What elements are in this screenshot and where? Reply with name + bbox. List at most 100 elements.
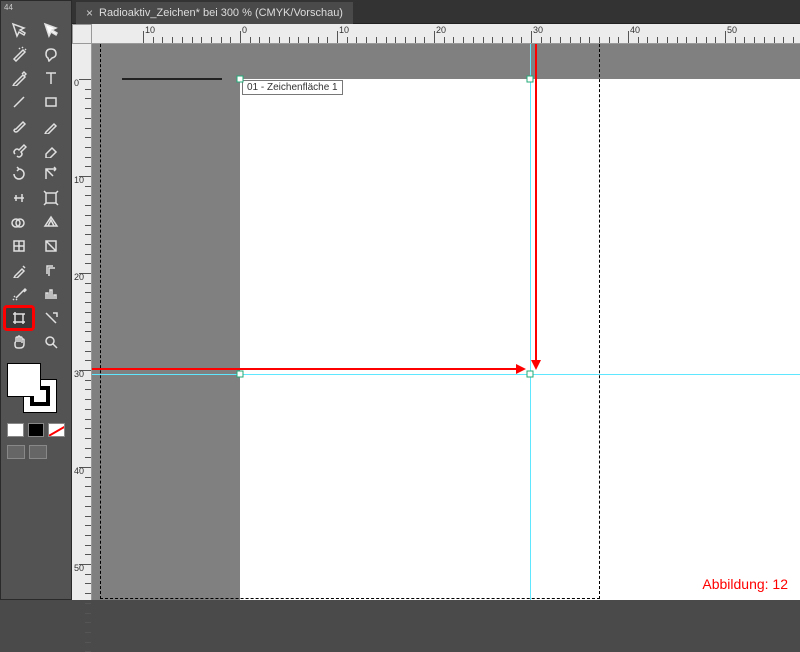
ruler-h-label: 30 (533, 25, 543, 35)
hand-tool[interactable] (5, 331, 33, 353)
direct-selection-icon (43, 22, 59, 38)
pen-tool[interactable] (5, 67, 33, 89)
type-icon (43, 70, 59, 86)
symbol-sprayer-tool[interactable] (5, 283, 33, 305)
column-graph-icon (43, 286, 59, 302)
ruler-origin-corner[interactable] (72, 24, 92, 44)
color-white-icon[interactable] (7, 423, 24, 437)
ruler-v-label: 10 (74, 175, 84, 185)
eyedropper-icon (11, 262, 27, 278)
paintbrush-tool[interactable] (5, 115, 33, 137)
ruler-h-label: 20 (436, 25, 446, 35)
pasteboard: 01 - Zeichenfläche 1 (92, 44, 800, 600)
ruler-area: 1001020304050 01020304050 01 - Zeichenfl… (72, 24, 800, 600)
artboard-icon (11, 310, 27, 326)
document-tab-title: Radioaktiv_Zeichen* bei 300 % (CMYK/Vors… (99, 7, 343, 19)
blend-tool[interactable] (37, 259, 65, 281)
rotate-tool[interactable] (5, 163, 33, 185)
document-area: × Radioaktiv_Zeichen* bei 300 % (CMYK/Vo… (72, 0, 800, 600)
type-tool[interactable] (37, 67, 65, 89)
ruler-v-label: 50 (74, 563, 84, 573)
free-transform-icon (43, 190, 59, 206)
blob-brush-tool[interactable] (5, 139, 33, 161)
blob-brush-icon (11, 142, 27, 158)
guide-vertical[interactable] (530, 44, 531, 600)
slice-tool[interactable] (37, 307, 65, 329)
selection-tool[interactable] (5, 19, 33, 41)
symbol-sprayer-icon (11, 286, 27, 302)
column-graph-tool[interactable] (37, 283, 65, 305)
pen-icon (11, 70, 27, 86)
selection-icon (11, 22, 27, 38)
width-tool[interactable] (5, 187, 33, 209)
color-none-icon[interactable] (48, 423, 65, 437)
close-icon[interactable]: × (86, 6, 93, 20)
color-black-icon[interactable] (28, 423, 45, 437)
eraser-icon (43, 142, 59, 158)
scale-tool[interactable] (37, 163, 65, 185)
paintbrush-icon (11, 118, 27, 134)
perspective-grid-tool[interactable] (37, 211, 65, 233)
pencil-tool[interactable] (37, 115, 65, 137)
free-transform-tool[interactable] (37, 187, 65, 209)
zoom-tool[interactable] (37, 331, 65, 353)
zoom-icon (43, 334, 59, 350)
ruler-vertical[interactable]: 0 10 20 30 40 50 (72, 44, 92, 600)
artboard[interactable] (240, 79, 800, 600)
tools-panel: 44 (0, 0, 72, 600)
slice-icon (43, 310, 59, 326)
line-segment-icon (11, 94, 27, 110)
ruler-v-label: 0 (74, 78, 79, 88)
rectangle-tool[interactable] (37, 91, 65, 113)
artboard-label[interactable]: 01 - Zeichenfläche 1 (242, 80, 343, 95)
mesh-icon (11, 238, 27, 254)
magic-wand-icon (11, 46, 27, 62)
lasso-icon (43, 46, 59, 62)
rectangle-icon (43, 94, 59, 110)
ruler-h-label: 10 (145, 25, 155, 35)
canvas-viewport[interactable]: 01 - Zeichenfläche 1 (92, 44, 800, 600)
mesh-tool[interactable] (5, 235, 33, 257)
draw-mode-icon[interactable] (7, 445, 25, 459)
shape-builder-tool[interactable] (5, 211, 33, 233)
scale-icon (43, 166, 59, 182)
gradient-icon (43, 238, 59, 254)
hand-icon (11, 334, 27, 350)
direct-selection-tool[interactable] (37, 19, 65, 41)
document-tab-bar: × Radioaktiv_Zeichen* bei 300 % (CMYK/Vo… (72, 0, 800, 24)
selection-handle[interactable] (237, 76, 244, 83)
ruler-v-label: 20 (74, 272, 84, 282)
magic-wand-tool[interactable] (5, 43, 33, 65)
line-segment-tool[interactable] (5, 91, 33, 113)
annotation-arrow-vertical (535, 44, 537, 362)
figure-caption: Abbildung: 12 (702, 576, 788, 592)
lasso-tool[interactable] (37, 43, 65, 65)
tools-panel-header: 44 (1, 1, 71, 15)
ruler-v-label: 30 (74, 369, 84, 379)
guide-horizontal[interactable] (92, 374, 800, 375)
selection-handle[interactable] (237, 371, 244, 378)
perspective-grid-icon (43, 214, 59, 230)
ruler-h-label: 40 (630, 25, 640, 35)
ruler-horizontal[interactable]: 1001020304050 (92, 24, 800, 44)
annotation-arrow-horizontal (92, 368, 518, 370)
tools-grid (1, 15, 71, 357)
eraser-tool[interactable] (37, 139, 65, 161)
selection-handle[interactable] (527, 371, 534, 378)
fill-stroke-swatch[interactable] (1, 357, 71, 419)
color-mode-row (1, 419, 71, 441)
screen-mode-icon[interactable] (29, 445, 47, 459)
document-tab[interactable]: × Radioaktiv_Zeichen* bei 300 % (CMYK/Vo… (76, 2, 353, 24)
artboard-tool[interactable] (5, 307, 33, 329)
pencil-icon (43, 118, 59, 134)
ruler-h-label: 10 (339, 25, 349, 35)
shape-builder-icon (11, 214, 27, 230)
selection-handle[interactable] (527, 76, 534, 83)
width-icon (11, 190, 27, 206)
rotate-icon (11, 166, 27, 182)
gradient-tool[interactable] (37, 235, 65, 257)
eyedropper-tool[interactable] (5, 259, 33, 281)
ruler-v-label: 40 (74, 466, 84, 476)
blend-icon (43, 262, 59, 278)
ruler-h-label: 50 (727, 25, 737, 35)
